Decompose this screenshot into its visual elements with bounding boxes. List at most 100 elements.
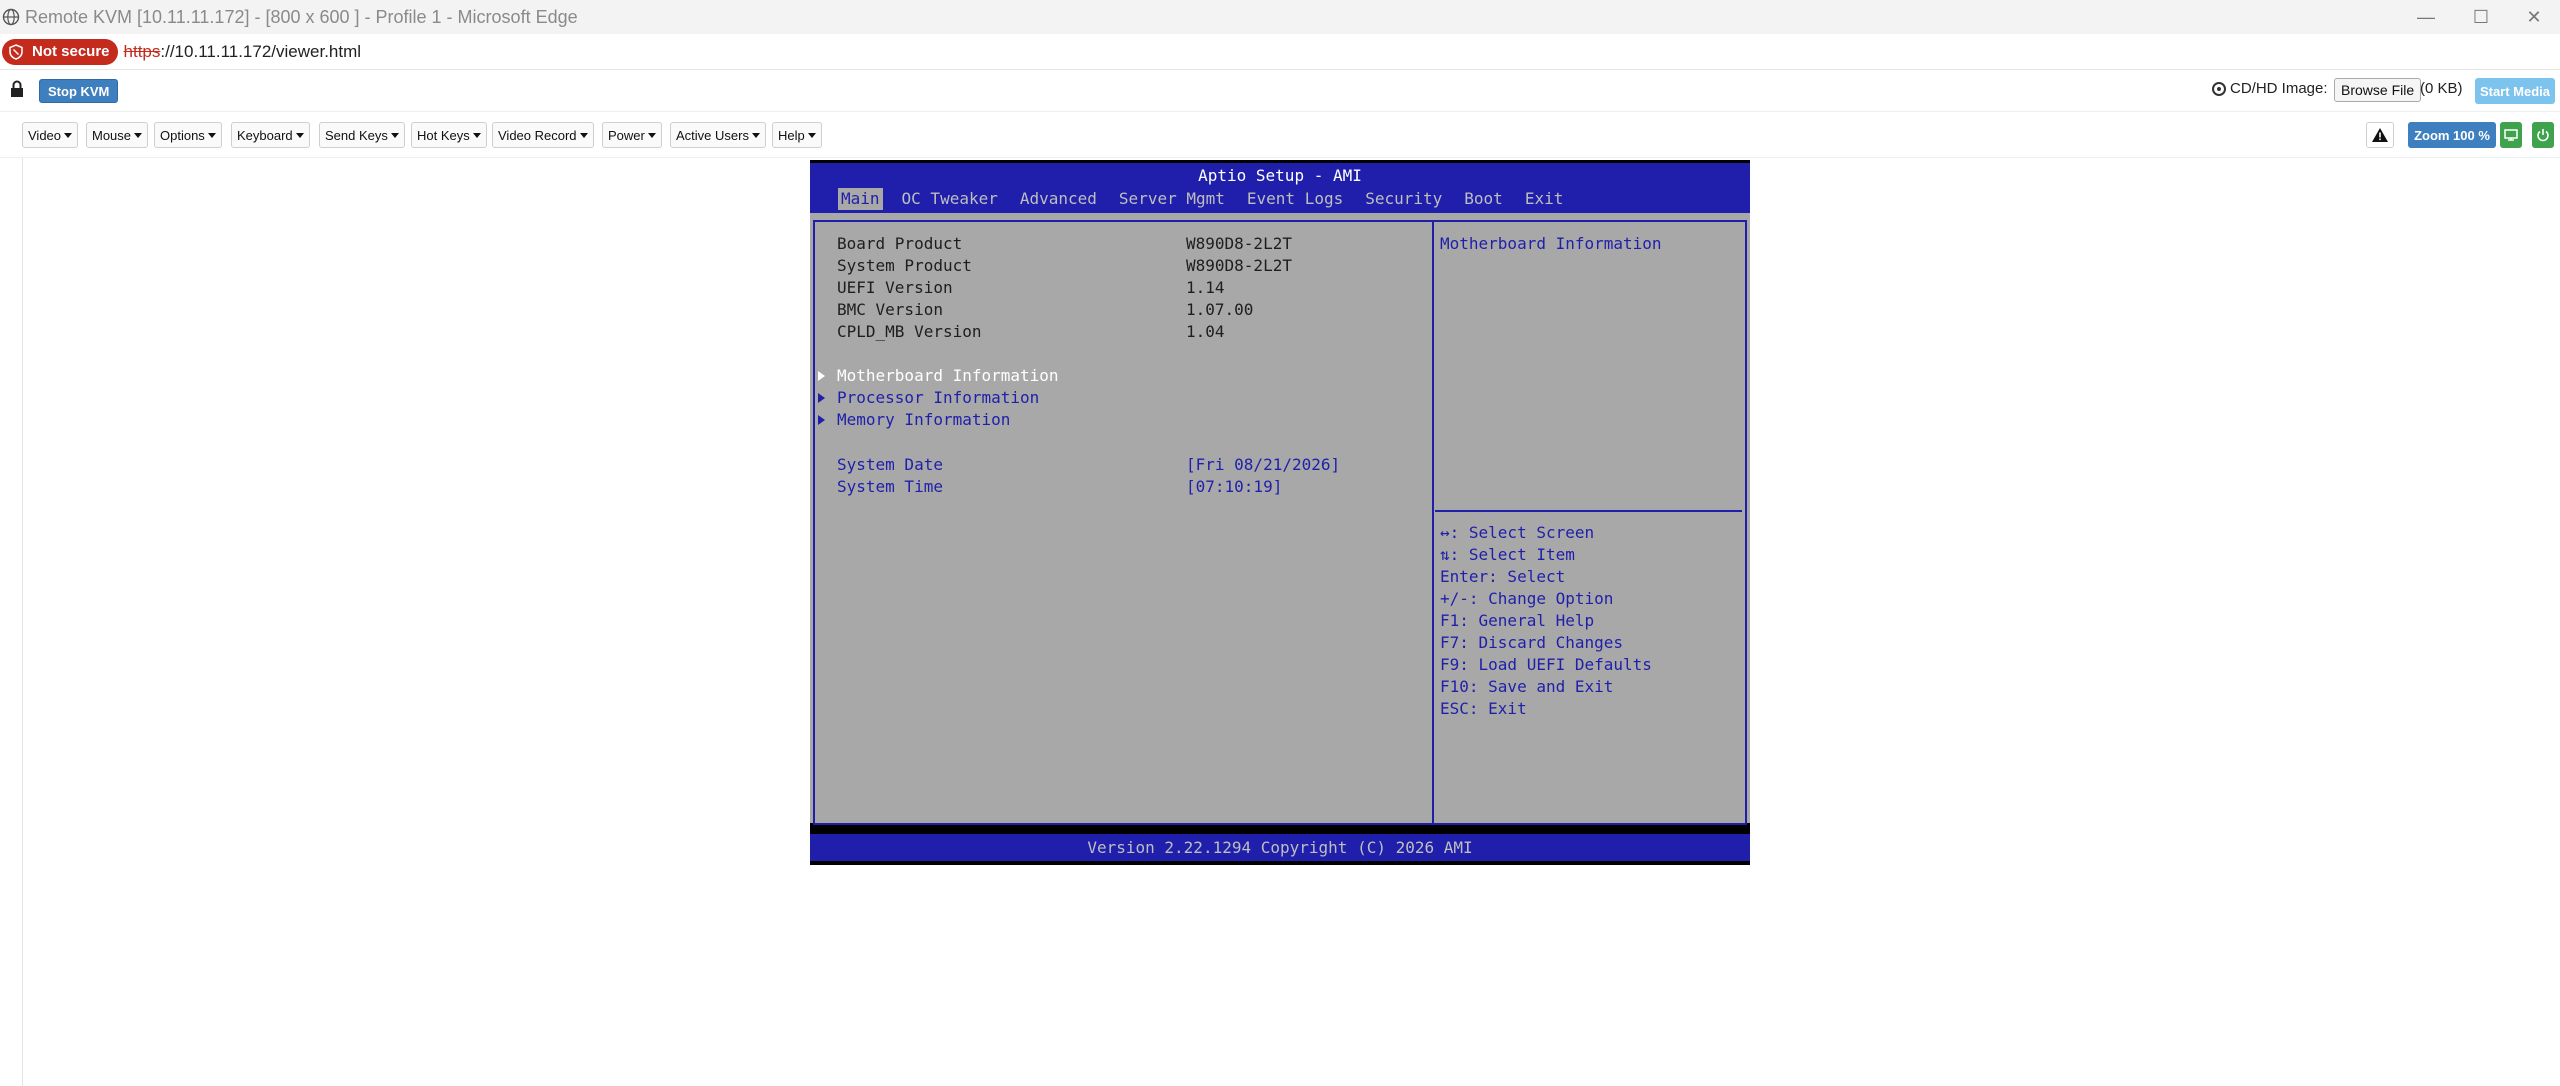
system-product-label: System Product — [837, 256, 972, 275]
menu-label: Video — [28, 127, 62, 143]
display-button[interactable] — [2500, 122, 2522, 148]
board-product-label: Board Product — [837, 234, 963, 253]
caret-down-icon — [579, 132, 588, 138]
caret-down-icon — [134, 132, 143, 138]
bios-tabs: Main OC Tweaker Advanced Server Mgmt Eve… — [838, 188, 1582, 210]
url-field[interactable]: https://10.11.11.172/viewer.html — [124, 42, 362, 62]
menu-power[interactable]: Power — [602, 122, 662, 148]
warning-icon — [2372, 128, 2388, 142]
key-hint: +/-: Change Option — [1440, 589, 1614, 608]
bios-footer: Version 2.22.1294 Copyright (C) 2026 AMI — [810, 834, 1750, 861]
zoom-button[interactable]: Zoom 100 % — [2408, 122, 2496, 148]
key-hint: F7: Discard Changes — [1440, 633, 1624, 652]
warning-button[interactable] — [2366, 122, 2394, 148]
key-hint: F1: General Help — [1440, 611, 1595, 630]
menu-hot-keys[interactable]: Hot Keys — [411, 122, 487, 148]
menu-label: Active Users — [676, 127, 749, 143]
monitor-icon — [2504, 129, 2518, 141]
bios-help-divider — [1435, 510, 1742, 512]
caret-down-icon — [807, 132, 816, 138]
not-secure-badge[interactable]: Not secure — [2, 38, 118, 65]
title-bar: Remote KVM [10.11.11.172] - [800 x 600 ]… — [0, 0, 2560, 34]
system-time-label: System Time — [837, 477, 943, 496]
menu-label: Send Keys — [325, 127, 388, 143]
kvm-header: Stop KVM CD/HD Image: Browse File (0 KB)… — [0, 70, 2560, 112]
power-icon — [2537, 129, 2549, 142]
menu-options[interactable]: Options — [154, 122, 222, 148]
uefi-version-value: 1.14 — [1186, 278, 1225, 297]
system-date-label: System Date — [837, 455, 943, 474]
address-bar: Not secure https://10.11.11.172/viewer.h… — [0, 34, 2560, 70]
power-button[interactable] — [2532, 122, 2554, 148]
menu-mouse[interactable]: Mouse — [86, 122, 149, 148]
key-hint: ↔: Select Screen — [1440, 523, 1595, 542]
bios-column-divider — [1432, 220, 1434, 825]
start-media-button[interactable]: Start Media — [2475, 78, 2555, 104]
system-product-value: W890D8-2L2T — [1186, 256, 1292, 275]
system-time-value[interactable]: [07:10:19] — [1186, 477, 1282, 496]
menu-video-record[interactable]: Video Record — [492, 122, 594, 148]
bmc-version-label: BMC Version — [837, 300, 943, 319]
cdhd-label-text: CD/HD Image: — [2230, 80, 2328, 97]
menu-label: Options — [160, 127, 205, 143]
menu-keyboard[interactable]: Keyboard — [231, 122, 310, 148]
menu-help[interactable]: Help — [772, 122, 822, 148]
bios-tab-boot[interactable]: Boot — [1461, 188, 1506, 210]
menu-label: Power — [608, 127, 645, 143]
menu-label: Help — [778, 127, 805, 143]
maximize-icon[interactable]: ☐ — [2455, 0, 2507, 34]
browse-file-button[interactable]: Browse File — [2334, 78, 2422, 102]
key-hint: F10: Save and Exit — [1440, 677, 1614, 696]
bios-tab-event-logs[interactable]: Event Logs — [1244, 188, 1346, 210]
file-size-label: (0 KB) — [2420, 80, 2463, 97]
shield-warning-icon — [9, 43, 23, 60]
caret-down-icon — [207, 132, 216, 138]
bios-tab-advanced[interactable]: Advanced — [1017, 188, 1100, 210]
submenu-arrow-icon — [818, 393, 825, 403]
caret-down-icon — [647, 132, 656, 138]
disc-icon — [2212, 81, 2226, 96]
bios-screen[interactable]: Aptio Setup - AMI Main OC Tweaker Advanc… — [810, 160, 1750, 865]
close-icon[interactable]: ✕ — [2508, 0, 2560, 34]
window-title: Remote KVM [10.11.11.172] - [800 x 600 ]… — [25, 6, 578, 27]
submenu-processor-information[interactable]: Processor Information — [837, 388, 1039, 407]
key-hint: Enter: Select — [1440, 567, 1566, 586]
bios-tab-exit[interactable]: Exit — [1522, 188, 1567, 210]
caret-down-icon — [64, 132, 73, 138]
bios-tab-server-mgmt[interactable]: Server Mgmt — [1116, 188, 1228, 210]
key-hint: ⇅: Select Item — [1440, 545, 1575, 564]
submenu-arrow-icon — [818, 371, 825, 381]
caret-down-icon — [472, 132, 481, 138]
menu-label: Video Record — [498, 127, 577, 143]
menu-label: Hot Keys — [417, 127, 470, 143]
uefi-version-label: UEFI Version — [837, 278, 953, 297]
lock-icon — [11, 80, 23, 97]
menu-label: Keyboard — [237, 127, 293, 143]
bios-frame — [813, 220, 1747, 825]
cpld-version-value: 1.04 — [1186, 322, 1225, 341]
system-date-value[interactable]: [Fri 08/21/2026] — [1186, 455, 1340, 474]
menu-label: Mouse — [92, 127, 132, 143]
submenu-motherboard-information[interactable]: Motherboard Information — [837, 366, 1059, 385]
caret-down-icon — [390, 132, 399, 138]
bios-tab-main[interactable]: Main — [838, 188, 883, 210]
key-hint: ESC: Exit — [1440, 699, 1527, 718]
submenu-arrow-icon — [818, 415, 825, 425]
kvm-menu-bar: Video Mouse Options Keyboard Send Keys H… — [0, 112, 2560, 158]
bios-title: Aptio Setup - AMI — [1198, 166, 1362, 185]
menu-active-users[interactable]: Active Users — [670, 122, 766, 148]
bios-tab-oc-tweaker[interactable]: OC Tweaker — [899, 188, 1001, 210]
minimize-icon[interactable]: — — [2400, 0, 2452, 34]
cdhd-image-label: CD/HD Image: — [2212, 80, 2328, 97]
url-protocol: https — [123, 41, 161, 61]
bios-tab-security[interactable]: Security — [1362, 188, 1445, 210]
caret-down-icon — [751, 132, 760, 138]
globe-icon — [0, 6, 22, 28]
menu-send-keys[interactable]: Send Keys — [319, 122, 405, 148]
bios-help-text: Motherboard Information — [1440, 234, 1662, 253]
submenu-memory-information[interactable]: Memory Information — [837, 410, 1010, 429]
board-product-value: W890D8-2L2T — [1186, 234, 1292, 253]
url-rest: ://10.11.11.172/viewer.html — [160, 41, 362, 61]
stop-kvm-button[interactable]: Stop KVM — [39, 79, 119, 103]
menu-video[interactable]: Video — [22, 122, 79, 148]
